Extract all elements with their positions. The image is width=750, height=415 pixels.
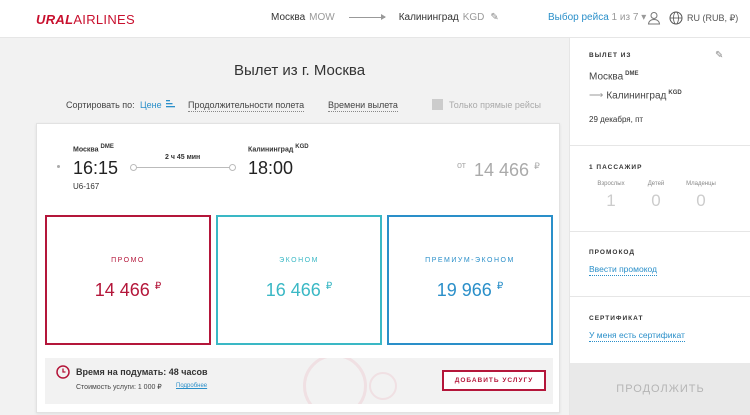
summary-destination: ⟶ Калининград KGD (589, 90, 682, 102)
edit-departure-icon[interactable]: ✎ (715, 50, 723, 61)
sort-by-departure-time[interactable]: Времени вылета (328, 100, 398, 112)
duration-line (130, 164, 236, 171)
globe-icon[interactable] (669, 11, 683, 25)
promo-section-title: ПРОМОКОД (589, 249, 636, 256)
more-details-link[interactable]: Подробнее (176, 383, 207, 389)
have-certificate-link[interactable]: У меня есть сертификат (589, 330, 685, 342)
divider (570, 231, 750, 232)
departure-section-title: ВЫЛЕТ ИЗ (589, 52, 632, 59)
page-title: Вылет из г. Москва (234, 62, 366, 79)
add-service-button[interactable]: ДОБАВИТЬ УСЛУГУ (442, 370, 546, 391)
sort-order-icon[interactable] (166, 99, 176, 109)
enter-promo-link[interactable]: Ввести промокод (589, 264, 658, 276)
infants-count[interactable]: 0 (681, 191, 721, 211)
fare-name: ЭКОНОМ (279, 257, 319, 264)
origin-city: Москва (271, 12, 306, 23)
sort-by-price[interactable]: Цене (140, 100, 162, 110)
clock-watermark-icon (369, 372, 397, 400)
arrow-right-icon: ⟶ (589, 90, 604, 102)
ural-airlines-logo[interactable]: URALAIRLINES (36, 12, 135, 27)
arrival-city: Калининград KGD (248, 144, 309, 154)
departure-time: 16:15 (73, 158, 119, 178)
summary-origin: Москва DME (589, 71, 639, 83)
expand-bullet-icon (57, 165, 60, 168)
arrival-time: 18:00 (248, 158, 294, 178)
edit-route-icon[interactable]: ✎ (490, 12, 498, 23)
think-time-service-banner: Время на подумать: 48 часов Стоимость ус… (45, 358, 553, 404)
sort-label: Сортировать по: (66, 100, 135, 110)
fare-premium-economy-option[interactable]: ПРЕМИУМ-ЭКОНОМ 19 966 ₽ (387, 215, 553, 345)
divider (570, 145, 750, 146)
flight-card: Москва DME 16:15 U6-167 2 ч 45 мин Калини… (36, 123, 560, 413)
top-header: URALAIRLINES Москва MOW Калининград KGD … (0, 0, 750, 38)
flight-number: U6-167 (73, 182, 100, 191)
clock-watermark-icon (303, 358, 367, 404)
divider (570, 296, 750, 297)
think-time-title: Время на подумать: 48 часов (76, 367, 208, 377)
passengers-section-title: 1 ПАССАЖИР (589, 164, 643, 171)
fare-name: ПРОМО (111, 257, 145, 264)
dest-city: Калининград (398, 12, 459, 23)
departure-city: Москва DME (73, 144, 114, 154)
flight-select-dropdown[interactable]: Выбор рейса 1 из 7 ▾ (548, 12, 646, 23)
continue-button[interactable]: ПРОДОЛЖИТЬ (570, 363, 750, 415)
route-arrow-icon (348, 14, 386, 20)
infants-label: Младенцы (686, 181, 716, 187)
children-count[interactable]: 0 (636, 191, 676, 211)
think-time-cost: Стоимость услуги: 1 000 ₽ (76, 384, 162, 391)
fare-price: 14 466 ₽ (94, 280, 162, 300)
user-icon[interactable] (647, 11, 661, 25)
price-from-label: от (457, 160, 466, 170)
sort-by-duration[interactable]: Продолжительности полета (188, 100, 305, 112)
adults-label: Взрослых (597, 181, 625, 187)
flight-duration: 2 ч 45 мин (165, 154, 201, 161)
certificate-section-title: СЕРТИФИКАТ (589, 315, 644, 322)
adults-count[interactable]: 1 (591, 191, 631, 211)
fare-economy-option[interactable]: ЭКОНОМ 16 466 ₽ (216, 215, 382, 345)
summary-date: 29 декабря, пт (589, 115, 644, 124)
children-label: Детей (647, 181, 665, 187)
direct-only-checkbox[interactable] (432, 99, 443, 110)
booking-summary-panel: ВЫЛЕТ ИЗ ✎ Москва DME ⟶ Калининград KGD 29 … (569, 38, 750, 415)
fare-price: 19 966 ₽ (436, 280, 504, 300)
direct-only-label[interactable]: Только прямые рейсы (449, 100, 541, 110)
locale-selector[interactable]: RU (RUB, ₽) (687, 13, 738, 24)
route-summary[interactable]: Москва MOW Калининград KGD ✎ (271, 12, 499, 23)
fare-price: 16 466 ₽ (265, 280, 333, 300)
dest-code: KGD (462, 12, 485, 23)
fare-name: ПРЕМИУМ-ЭКОНОМ (425, 257, 515, 264)
clock-icon (56, 365, 70, 379)
fare-promo-option[interactable]: ПРОМО 14 466 ₽ (45, 215, 211, 345)
price-from-value: 14 466 ₽ (474, 160, 540, 180)
origin-code: MOW (309, 12, 335, 23)
